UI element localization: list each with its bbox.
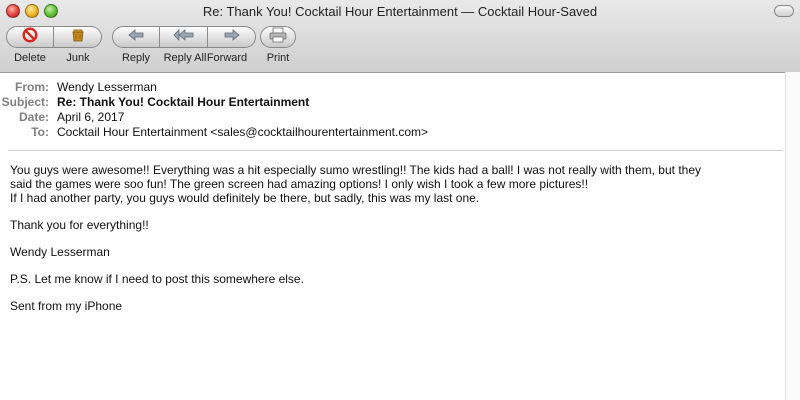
junk-icon: [70, 27, 86, 48]
forward-label: Forward: [206, 52, 248, 64]
delete-icon: [22, 26, 38, 48]
print-button[interactable]: [260, 26, 296, 48]
reply-label: Reply: [121, 52, 151, 64]
reply-group: [112, 26, 256, 48]
delete-junk-group: [6, 26, 102, 48]
to-row: To: Cocktail Hour Entertainment <sales@c…: [0, 125, 800, 140]
body-paragraph-sent-from: Sent from my iPhone: [10, 299, 123, 313]
from-row: From: Wendy Lesserman: [0, 80, 800, 95]
header-divider: [8, 150, 783, 151]
delete-button[interactable]: [6, 26, 54, 48]
print-group: [260, 26, 296, 48]
forward-icon: [223, 28, 241, 47]
window-title: Re: Thank You! Cocktail Hour Entertainme…: [202, 4, 598, 19]
scroll-track[interactable]: [785, 72, 800, 400]
body-paragraph-2: Thank you for everything!!: [10, 218, 149, 232]
date-row: Date: April 6, 2017: [0, 110, 800, 125]
reply-icon: [127, 28, 145, 47]
body-line: You guys were awesome!! Everything was a…: [10, 163, 702, 177]
toolbar-toggle-button[interactable]: [774, 5, 794, 17]
junk-button[interactable]: [54, 26, 102, 48]
mail-window: Re: Thank You! Cocktail Hour Entertainme…: [0, 0, 800, 400]
reply-all-icon: [172, 28, 195, 47]
from-label: From:: [15, 80, 49, 94]
subject-label: Subject:: [1, 95, 49, 109]
body-line: If I had another party, you guys would d…: [10, 191, 480, 205]
forward-button[interactable]: [208, 26, 256, 48]
reply-button[interactable]: [112, 26, 160, 48]
from-value[interactable]: Wendy Lesserman: [57, 80, 157, 95]
body-paragraph-ps: P.S. Let me know if I need to post this …: [10, 272, 304, 286]
subject-row: Subject: Re: Thank You! Cocktail Hour En…: [0, 95, 800, 110]
body-paragraph-1: You guys were awesome!! Everything was a…: [10, 163, 770, 205]
subject-value: Re: Thank You! Cocktail Hour Entertainme…: [57, 95, 310, 109]
body-paragraph-signature: Wendy Lesserman: [10, 245, 110, 259]
window-chrome: Re: Thank You! Cocktail Hour Entertainme…: [0, 0, 800, 73]
print-label: Print: [266, 52, 290, 64]
junk-label: Junk: [66, 52, 90, 64]
print-icon: [269, 27, 287, 48]
body-line: said the games were soo fun! The green s…: [10, 177, 589, 191]
message-headers: From: Wendy Lesserman Subject: Re: Thank…: [0, 80, 800, 140]
delete-label: Delete: [14, 52, 46, 64]
reply-all-button[interactable]: [160, 26, 208, 48]
date-label: Date:: [18, 110, 49, 124]
message-body: You guys were awesome!! Everything was a…: [10, 163, 770, 326]
date-value: April 6, 2017: [57, 110, 125, 124]
to-label: To:: [31, 125, 49, 139]
to-value[interactable]: Cocktail Hour Entertainment <sales@cockt…: [57, 125, 428, 140]
